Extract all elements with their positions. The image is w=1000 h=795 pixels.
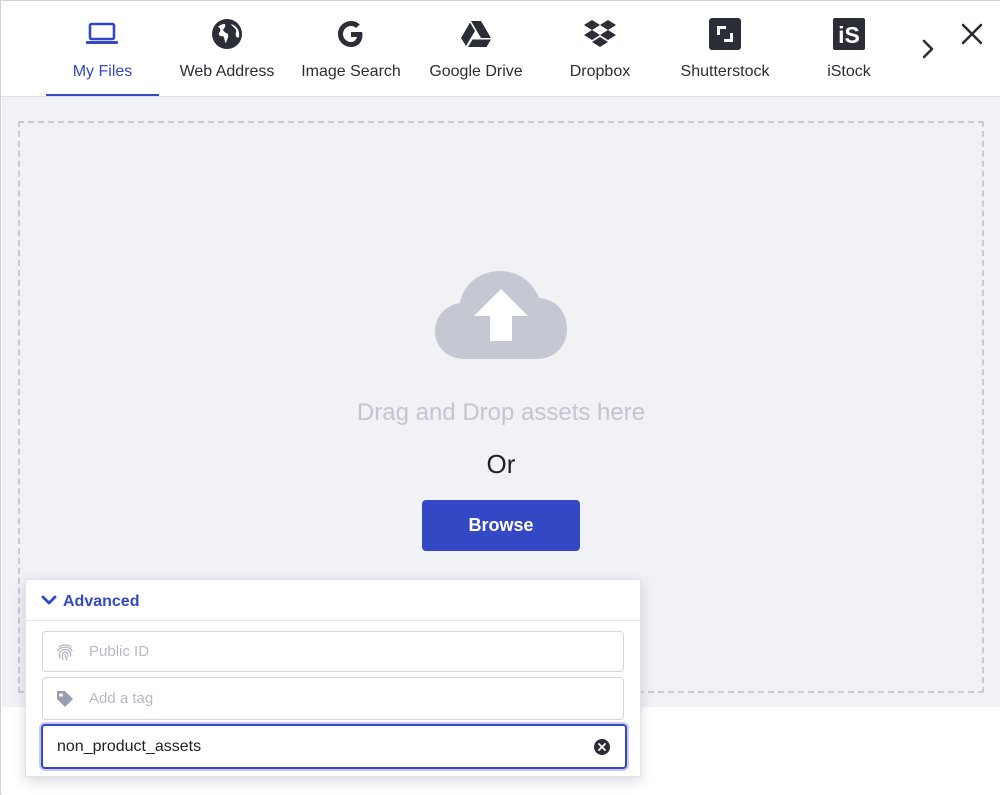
chevron-down-icon bbox=[41, 594, 57, 608]
or-separator: Or bbox=[486, 449, 516, 479]
google-icon bbox=[334, 17, 368, 51]
source-tab-bar: My Files Web Address Image Search Google… bbox=[1, 1, 1000, 97]
istock-icon: iS bbox=[832, 17, 866, 51]
fingerprint-icon bbox=[55, 642, 75, 662]
tab-label: My Files bbox=[72, 63, 133, 80]
advanced-panel: Advanced bbox=[25, 579, 641, 777]
google-drive-icon bbox=[459, 17, 493, 51]
dropbox-icon bbox=[583, 17, 617, 51]
tab-dropbox[interactable]: Dropbox bbox=[544, 1, 656, 96]
tab-image-search[interactable]: Image Search bbox=[295, 1, 407, 96]
tab-my-files[interactable]: My Files bbox=[46, 1, 159, 96]
istock-logo-text: iS bbox=[838, 22, 860, 48]
tab-label: Google Drive bbox=[429, 63, 523, 80]
shutterstock-icon bbox=[708, 17, 742, 51]
folder-field[interactable] bbox=[41, 724, 627, 769]
browse-button[interactable]: Browse bbox=[422, 500, 580, 551]
close-icon[interactable] bbox=[955, 17, 989, 51]
advanced-title: Advanced bbox=[63, 593, 140, 610]
tab-label: Web Address bbox=[179, 63, 275, 80]
folder-input[interactable] bbox=[57, 726, 577, 767]
globe-icon bbox=[210, 17, 244, 51]
tab-google-drive[interactable]: Google Drive bbox=[420, 1, 532, 96]
clear-icon[interactable] bbox=[593, 738, 611, 756]
public-id-field[interactable] bbox=[42, 631, 624, 672]
chevron-right-icon[interactable] bbox=[914, 35, 942, 63]
tag-field[interactable] bbox=[42, 677, 624, 720]
tag-input[interactable] bbox=[89, 678, 589, 719]
drag-drop-instructions: Drag and Drop assets here bbox=[356, 399, 646, 426]
tab-label: Dropbox bbox=[569, 63, 631, 80]
public-id-input[interactable] bbox=[89, 632, 589, 671]
active-tab-indicator bbox=[46, 94, 159, 96]
tab-web-address[interactable]: Web Address bbox=[171, 1, 283, 96]
advanced-toggle[interactable]: Advanced bbox=[26, 580, 640, 621]
tab-label: iStock bbox=[827, 63, 871, 80]
tab-shutterstock[interactable]: Shutterstock bbox=[669, 1, 781, 96]
upload-widget: My Files Web Address Image Search Google… bbox=[0, 0, 1000, 795]
tab-label: Shutterstock bbox=[680, 63, 770, 80]
tab-istock[interactable]: iS iStock bbox=[793, 1, 905, 96]
tag-icon bbox=[55, 689, 75, 709]
laptop-icon bbox=[85, 17, 119, 51]
cloud-upload-icon bbox=[433, 269, 569, 361]
tab-label: Image Search bbox=[301, 63, 401, 80]
